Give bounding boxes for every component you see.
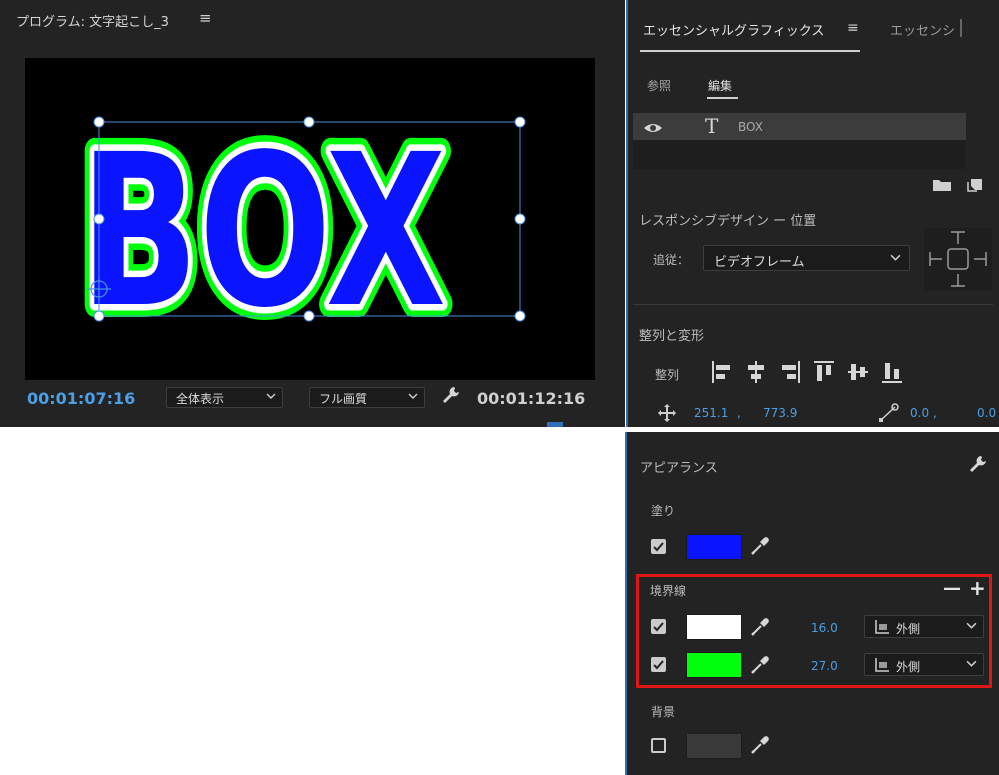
stroke-1-position-value: 外側 [896, 622, 921, 636]
new-group-folder-icon[interactable] [932, 177, 952, 196]
stroke-outer-icon [875, 658, 889, 672]
layer-name[interactable]: BOX [738, 120, 763, 134]
stroke-1-position-select[interactable]: 外側 [864, 615, 984, 638]
chevron-down-icon [266, 393, 276, 399]
stroke-1-checkbox[interactable] [651, 619, 666, 634]
anchor-y-value[interactable]: 0.0 [977, 406, 996, 420]
align-center-vertical-icon[interactable] [847, 360, 869, 388]
resize-handle[interactable] [303, 310, 315, 322]
check-icon [653, 542, 664, 552]
anchor-x-value[interactable]: 0.0 [910, 406, 929, 420]
stroke-outer-icon [875, 620, 889, 634]
align-right-icon[interactable] [779, 360, 801, 388]
section-divider [633, 304, 993, 305]
add-stroke-button[interactable]: + [969, 576, 986, 600]
stroke-1-width[interactable]: 16.0 [811, 621, 838, 635]
chevron-down-icon [966, 660, 977, 667]
align-label: 整列 [655, 368, 680, 382]
resize-handle[interactable] [514, 310, 526, 322]
follow-target-value: ビデオフレーム [714, 255, 805, 270]
follow-target-select[interactable]: ビデオフレーム [703, 245, 910, 271]
tab-divider [960, 19, 962, 37]
anchor-separator: , [933, 406, 937, 420]
stroke-1-color-swatch[interactable] [686, 614, 742, 640]
layer-row[interactable] [633, 113, 966, 140]
duration-timecode: 00:01:12:16 [477, 389, 586, 408]
align-transform-title: 整列と変形 [639, 329, 705, 344]
subtab-browse[interactable]: 参照 [647, 77, 671, 94]
anchor-point-icon [878, 403, 900, 427]
active-subtab-underline [707, 97, 738, 99]
position-y-value[interactable]: 773.9 [763, 406, 797, 420]
program-monitor-title[interactable]: プログラム: 文字起こし_3 [16, 11, 169, 30]
align-top-icon[interactable] [813, 360, 835, 388]
zoom-fit-select[interactable]: 全体表示 [166, 387, 283, 408]
background-checkbox[interactable] [651, 738, 666, 753]
stroke-2-color-swatch[interactable] [686, 652, 742, 678]
fill-label: 塗り [651, 504, 676, 518]
panel-menu-icon[interactable]: ≡ [199, 9, 212, 27]
eye-icon[interactable] [643, 120, 663, 139]
eyedropper-icon[interactable] [750, 655, 770, 679]
viewer-text-fill: BOX [80, 109, 446, 354]
stroke-2-checkbox[interactable] [651, 657, 666, 672]
remove-stroke-button[interactable]: — [943, 578, 961, 599]
stroke-2-width[interactable]: 27.0 [811, 659, 838, 673]
current-timecode[interactable]: 00:01:07:16 [27, 389, 135, 408]
appearance-title: アピアランス [640, 461, 718, 476]
align-center-horizontal-icon[interactable] [745, 360, 767, 388]
tab-essential-sound[interactable]: エッセンシ [890, 20, 955, 39]
chevron-down-icon [890, 254, 901, 261]
eyedropper-icon[interactable] [750, 617, 770, 641]
resize-handle[interactable] [514, 213, 526, 225]
playback-quality-value: フル画質 [319, 392, 368, 406]
position-x-value[interactable]: 251.1 [694, 406, 728, 420]
chevron-down-icon [408, 393, 418, 399]
stroke-label: 境界線 [650, 584, 687, 598]
position-separator: , [737, 406, 741, 420]
resize-handle[interactable] [93, 116, 105, 128]
eyedropper-icon[interactable] [750, 735, 770, 759]
resize-handle[interactable] [303, 116, 315, 128]
check-icon [653, 622, 664, 632]
fill-color-swatch[interactable] [686, 534, 742, 560]
text-type-icon: T [705, 114, 719, 138]
pin-edges-widget[interactable] [924, 228, 992, 290]
wrench-icon[interactable] [968, 454, 988, 478]
align-left-icon[interactable] [711, 360, 733, 388]
position-move-icon [657, 403, 677, 427]
eyedropper-icon[interactable] [750, 536, 770, 560]
playback-quality-select[interactable]: フル画質 [309, 387, 425, 408]
resize-handle[interactable] [514, 116, 526, 128]
active-tab-underline [640, 50, 860, 52]
fill-checkbox[interactable] [651, 539, 666, 554]
align-bottom-icon[interactable] [881, 360, 903, 388]
wrench-icon[interactable] [441, 385, 461, 409]
new-layer-icon[interactable] [967, 177, 983, 196]
zoom-fit-value: 全体表示 [176, 392, 225, 406]
check-icon [653, 660, 664, 670]
background-label: 背景 [651, 705, 676, 719]
tab-essential-graphics[interactable]: エッセンシャルグラフィックス [643, 20, 824, 39]
subtab-edit[interactable]: 編集 [708, 77, 732, 94]
program-viewer[interactable]: BOX BOX BOX [25, 58, 595, 380]
resize-handle[interactable] [93, 310, 105, 322]
stroke-2-position-select[interactable]: 外側 [864, 653, 984, 676]
chevron-down-icon [966, 622, 977, 629]
follow-label: 追従： [653, 253, 690, 267]
panel-menu-icon[interactable]: ≡ [847, 20, 859, 36]
panel-edge-marker [547, 422, 563, 427]
background-color-swatch[interactable] [686, 733, 742, 759]
stroke-2-position-value: 外側 [896, 660, 921, 674]
resize-handle[interactable] [93, 213, 105, 225]
responsive-design-title: レスポンシブデザイン ー 位置 [639, 214, 817, 229]
